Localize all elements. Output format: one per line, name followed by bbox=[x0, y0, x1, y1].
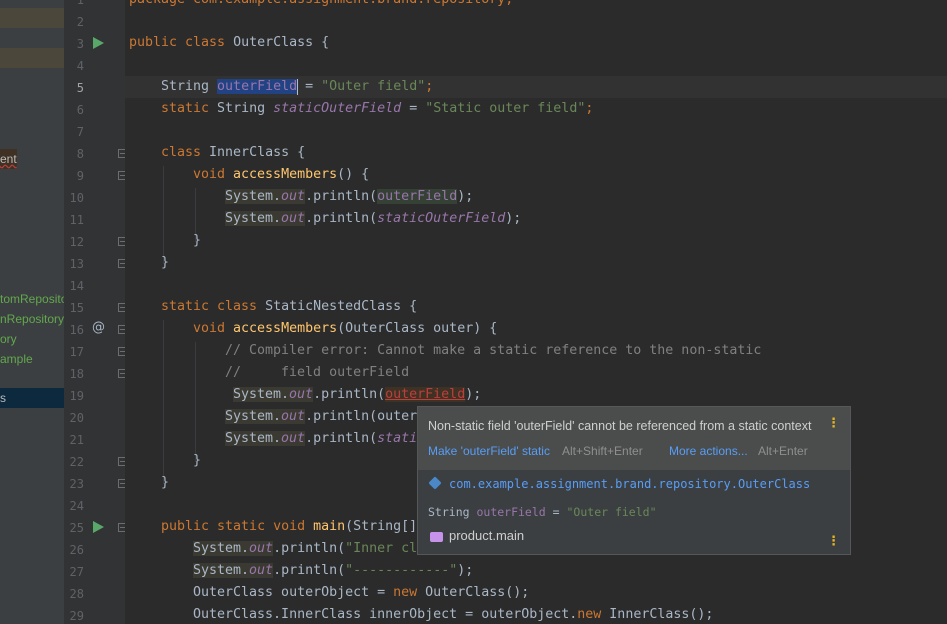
code-line-19: System.out.println(outerField); bbox=[233, 387, 482, 402]
line-number: 1 bbox=[76, 0, 84, 7]
selected-identifier: outerField bbox=[217, 79, 298, 94]
error-tooltip-popup: Non-static field 'outerField' cannot be … bbox=[417, 406, 851, 555]
indent-guide bbox=[195, 342, 196, 462]
sidebar-item[interactable]: nRepository bbox=[0, 309, 64, 329]
sidebar-item[interactable]: ample bbox=[0, 349, 33, 369]
more-options-icon[interactable]: ⋮ bbox=[827, 534, 840, 549]
line-number: 23 bbox=[69, 477, 84, 491]
code-line-9: void accessMembers() { bbox=[193, 167, 370, 182]
line-number: 28 bbox=[69, 587, 84, 601]
line-number: 20 bbox=[69, 411, 84, 425]
indent-guide bbox=[163, 166, 164, 264]
sidebar-item[interactable]: ent bbox=[0, 149, 17, 169]
code-line-20: System.out.println(outer bbox=[225, 409, 418, 424]
code-line-27: System.out.println("------------"); bbox=[193, 563, 474, 578]
sidebar-selected-row bbox=[0, 388, 64, 408]
line-number: 5 bbox=[76, 81, 84, 95]
code-line-18: // field outerField bbox=[225, 365, 410, 380]
code-line-28: OuterClass outerObject = new OuterClass(… bbox=[193, 585, 530, 600]
sidebar-highlight-row bbox=[0, 8, 64, 28]
more-actions-link[interactable]: More actions... bbox=[669, 444, 748, 458]
class-icon bbox=[428, 476, 442, 490]
code-line-12: } bbox=[193, 233, 202, 248]
code-line-21: System.out.println(stati bbox=[225, 431, 418, 446]
code-line-8: class InnerClass { bbox=[161, 145, 306, 160]
line-number: 12 bbox=[69, 235, 84, 249]
sidebar-item[interactable]: tomRepository bbox=[0, 289, 64, 309]
code-line-29: OuterClass.InnerClass innerObject = oute… bbox=[193, 607, 714, 622]
line-number: 29 bbox=[69, 609, 84, 623]
line-number: 7 bbox=[76, 125, 84, 139]
code-line-26: System.out.println("Inner cl bbox=[193, 541, 418, 556]
code-line-13: } bbox=[161, 255, 170, 270]
line-number: 25 bbox=[69, 521, 84, 535]
make-static-shortcut: Alt+Shift+Enter bbox=[562, 444, 643, 458]
module-folder-icon bbox=[430, 532, 443, 542]
error-message: Non-static field 'outerField' cannot be … bbox=[428, 419, 812, 433]
sidebar-highlight-row bbox=[0, 48, 64, 68]
line-number: 26 bbox=[69, 543, 84, 557]
line-number: 6 bbox=[76, 103, 84, 117]
line-number: 4 bbox=[76, 59, 84, 73]
code-line-25: public static void main(String[] bbox=[161, 519, 418, 534]
code-line-1: package com.example.assignment.brand.rep… bbox=[129, 0, 513, 11]
run-icon[interactable] bbox=[93, 521, 104, 533]
override-icon[interactable]: @ bbox=[92, 317, 105, 339]
line-number: 9 bbox=[76, 169, 84, 183]
error-identifier: outerField bbox=[385, 387, 466, 402]
run-icon[interactable] bbox=[93, 37, 104, 49]
line-number: 2 bbox=[76, 15, 84, 29]
line-number: 18 bbox=[69, 367, 84, 381]
sidebar-item-selected[interactable]: s bbox=[0, 388, 6, 408]
make-static-action[interactable]: Make 'outerField' static bbox=[428, 444, 550, 458]
more-actions-shortcut: Alt+Enter bbox=[758, 444, 808, 458]
line-number: 11 bbox=[69, 213, 84, 227]
code-line-10: System.out.println(outerField); bbox=[225, 189, 474, 204]
line-number: 3 bbox=[76, 37, 84, 51]
code-line-23: } bbox=[161, 475, 170, 490]
line-number: 13 bbox=[69, 257, 84, 271]
line-number: 10 bbox=[69, 191, 84, 205]
code-line-11: System.out.println(staticOuterField); bbox=[225, 211, 522, 226]
line-number: 22 bbox=[69, 455, 84, 469]
code-line-6: static String staticOuterField = "Static… bbox=[161, 101, 594, 116]
line-number: 15 bbox=[69, 301, 84, 315]
project-sidebar: ent tomRepository nRepository ory ample … bbox=[0, 0, 64, 624]
module-name: product.main bbox=[449, 528, 525, 543]
class-path-link[interactable]: com.example.assignment.brand.repository.… bbox=[449, 477, 810, 491]
code-line-17: // Compiler error: Cannot make a static … bbox=[225, 343, 762, 358]
field-declaration: String outerField = "Outer field" bbox=[428, 505, 657, 519]
indent-guide bbox=[163, 320, 164, 484]
line-number: 19 bbox=[69, 389, 84, 403]
popup-header bbox=[418, 407, 850, 470]
code-line-3: public class OuterClass { bbox=[129, 35, 330, 50]
code-line-16: void accessMembers(OuterClass outer) { bbox=[193, 321, 498, 336]
more-options-icon[interactable]: ⋮ bbox=[827, 416, 840, 431]
line-number: 8 bbox=[76, 147, 84, 161]
sidebar-item[interactable]: ory bbox=[0, 329, 17, 349]
line-number: 27 bbox=[69, 565, 84, 579]
line-number: 17 bbox=[69, 345, 84, 359]
line-number: 24 bbox=[69, 499, 84, 513]
line-number: 21 bbox=[69, 433, 84, 447]
code-line-15: static class StaticNestedClass { bbox=[161, 299, 418, 314]
line-number: 16 bbox=[69, 323, 84, 337]
line-number: 14 bbox=[69, 279, 84, 293]
code-line-22: } bbox=[193, 453, 202, 468]
text-caret bbox=[297, 79, 298, 95]
